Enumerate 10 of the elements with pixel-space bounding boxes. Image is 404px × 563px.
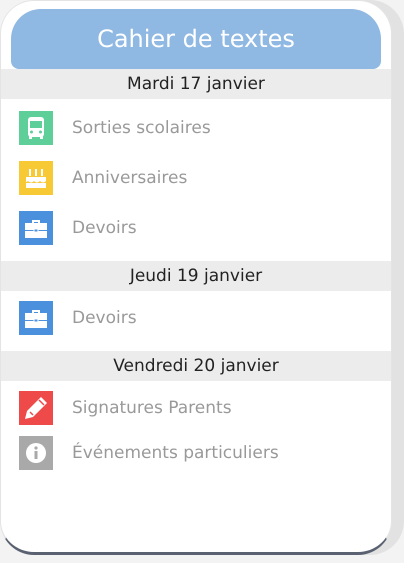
category-label[interactable]: Événements particuliers [72, 442, 279, 462]
category-label[interactable]: Sorties scolaires [72, 118, 211, 138]
window-title: Cahier de textes [11, 9, 381, 69]
category-label[interactable]: Devoirs [72, 308, 137, 328]
day-header: Vendredi 20 janvier [1, 351, 391, 381]
day-header: Jeudi 19 janvier [1, 261, 391, 291]
day-header: Mardi 17 janvier [1, 69, 391, 99]
category-label[interactable]: Signatures Parents [72, 398, 232, 418]
category-label[interactable]: Devoirs [72, 218, 137, 238]
category-label[interactable]: Anniversaires [72, 168, 188, 188]
